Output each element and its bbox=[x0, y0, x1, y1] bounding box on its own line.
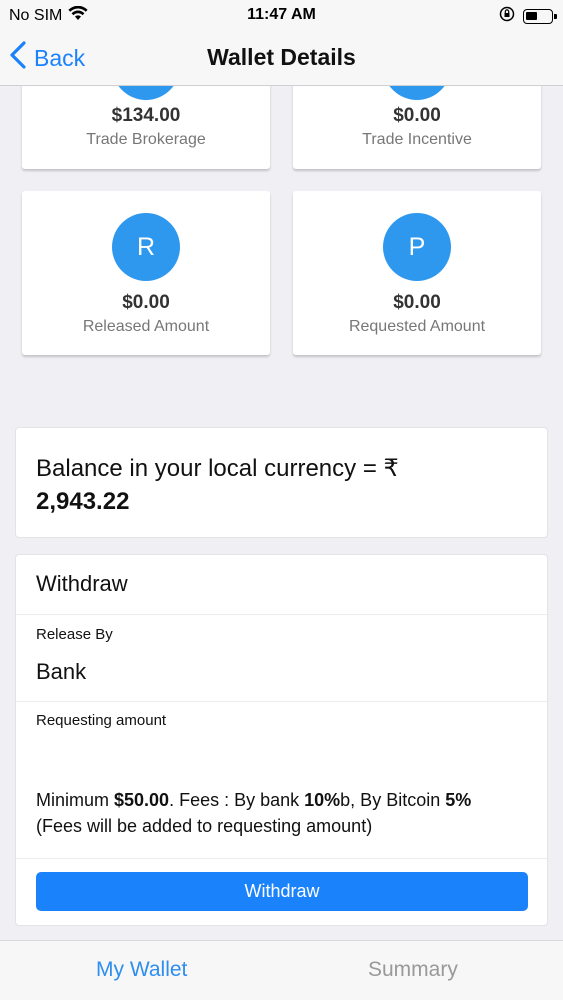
card-label: Trade Incentive bbox=[362, 131, 472, 148]
card-avatar bbox=[383, 86, 451, 100]
battery-icon bbox=[523, 9, 557, 24]
status-bar: No SIM 11:47 AM bbox=[0, 0, 563, 30]
card-avatar bbox=[112, 86, 180, 100]
balance-value: 2,943.22 bbox=[36, 488, 130, 515]
tab-my-wallet[interactable]: My Wallet bbox=[96, 958, 187, 982]
card-amount: $0.00 bbox=[393, 292, 441, 313]
info-note: (Fees will be added to requesting amount… bbox=[36, 816, 373, 836]
card-amount: $0.00 bbox=[122, 292, 170, 313]
card-avatar: R bbox=[112, 213, 180, 281]
navigation-bar: Back Wallet Details bbox=[0, 30, 563, 86]
balance-panel: Balance in your local currency = ₹ 2,943… bbox=[15, 427, 548, 538]
withdraw-panel: Withdraw Release By Bank Requesting amou… bbox=[15, 554, 548, 926]
info-bitcoin-prefix: b, By Bitcoin bbox=[340, 790, 446, 810]
divider bbox=[16, 614, 547, 615]
wallet-card-trade-incentive: $0.00 Trade Incentive bbox=[293, 86, 541, 169]
status-time: 11:47 AM bbox=[247, 6, 316, 23]
wallet-card-released-amount: R $0.00 Released Amount bbox=[22, 191, 270, 355]
card-label: Trade Brokerage bbox=[86, 131, 206, 148]
card-amount: $0.00 bbox=[393, 105, 441, 126]
divider bbox=[16, 701, 547, 702]
card-amount: $134.00 bbox=[111, 105, 181, 126]
info-bank-fee: 10% bbox=[304, 790, 341, 810]
card-label: Requested Amount bbox=[348, 318, 486, 335]
withdraw-title: Withdraw bbox=[36, 571, 128, 596]
wallet-card-requested-amount: P $0.00 Requested Amount bbox=[293, 191, 541, 355]
requesting-amount-input[interactable] bbox=[36, 735, 527, 769]
card-avatar: P bbox=[383, 213, 451, 281]
tab-bar: My Wallet Summary bbox=[0, 940, 563, 1000]
status-right bbox=[499, 6, 557, 27]
info-minimum-value: $50.00 bbox=[114, 790, 170, 810]
balance-label: Balance in your local currency = ₹ bbox=[36, 455, 399, 482]
withdraw-fee-info: Minimum $50.00. Fees : By bank 10%b, By … bbox=[36, 787, 533, 839]
tab-summary[interactable]: Summary bbox=[368, 958, 458, 982]
card-label: Released Amount bbox=[82, 318, 210, 335]
release-by-label: Release By bbox=[36, 626, 113, 643]
release-by-select[interactable]: Bank bbox=[36, 659, 86, 685]
info-fees-prefix: . Fees : By bank bbox=[169, 790, 305, 810]
info-bitcoin-fee: 5% bbox=[445, 790, 472, 810]
wallet-card-trade-brokerage: $134.00 Trade Brokerage bbox=[22, 86, 270, 169]
requesting-amount-label: Requesting amount bbox=[36, 712, 167, 729]
divider bbox=[16, 858, 547, 859]
info-minimum-prefix: Minimum bbox=[36, 790, 115, 810]
orientation-lock-icon bbox=[499, 6, 515, 27]
wallet-content[interactable]: $134.00 Trade Brokerage $0.00 Trade Ince… bbox=[0, 86, 563, 940]
withdraw-button[interactable]: Withdraw bbox=[36, 872, 528, 911]
page-title: Wallet Details bbox=[207, 44, 356, 70]
